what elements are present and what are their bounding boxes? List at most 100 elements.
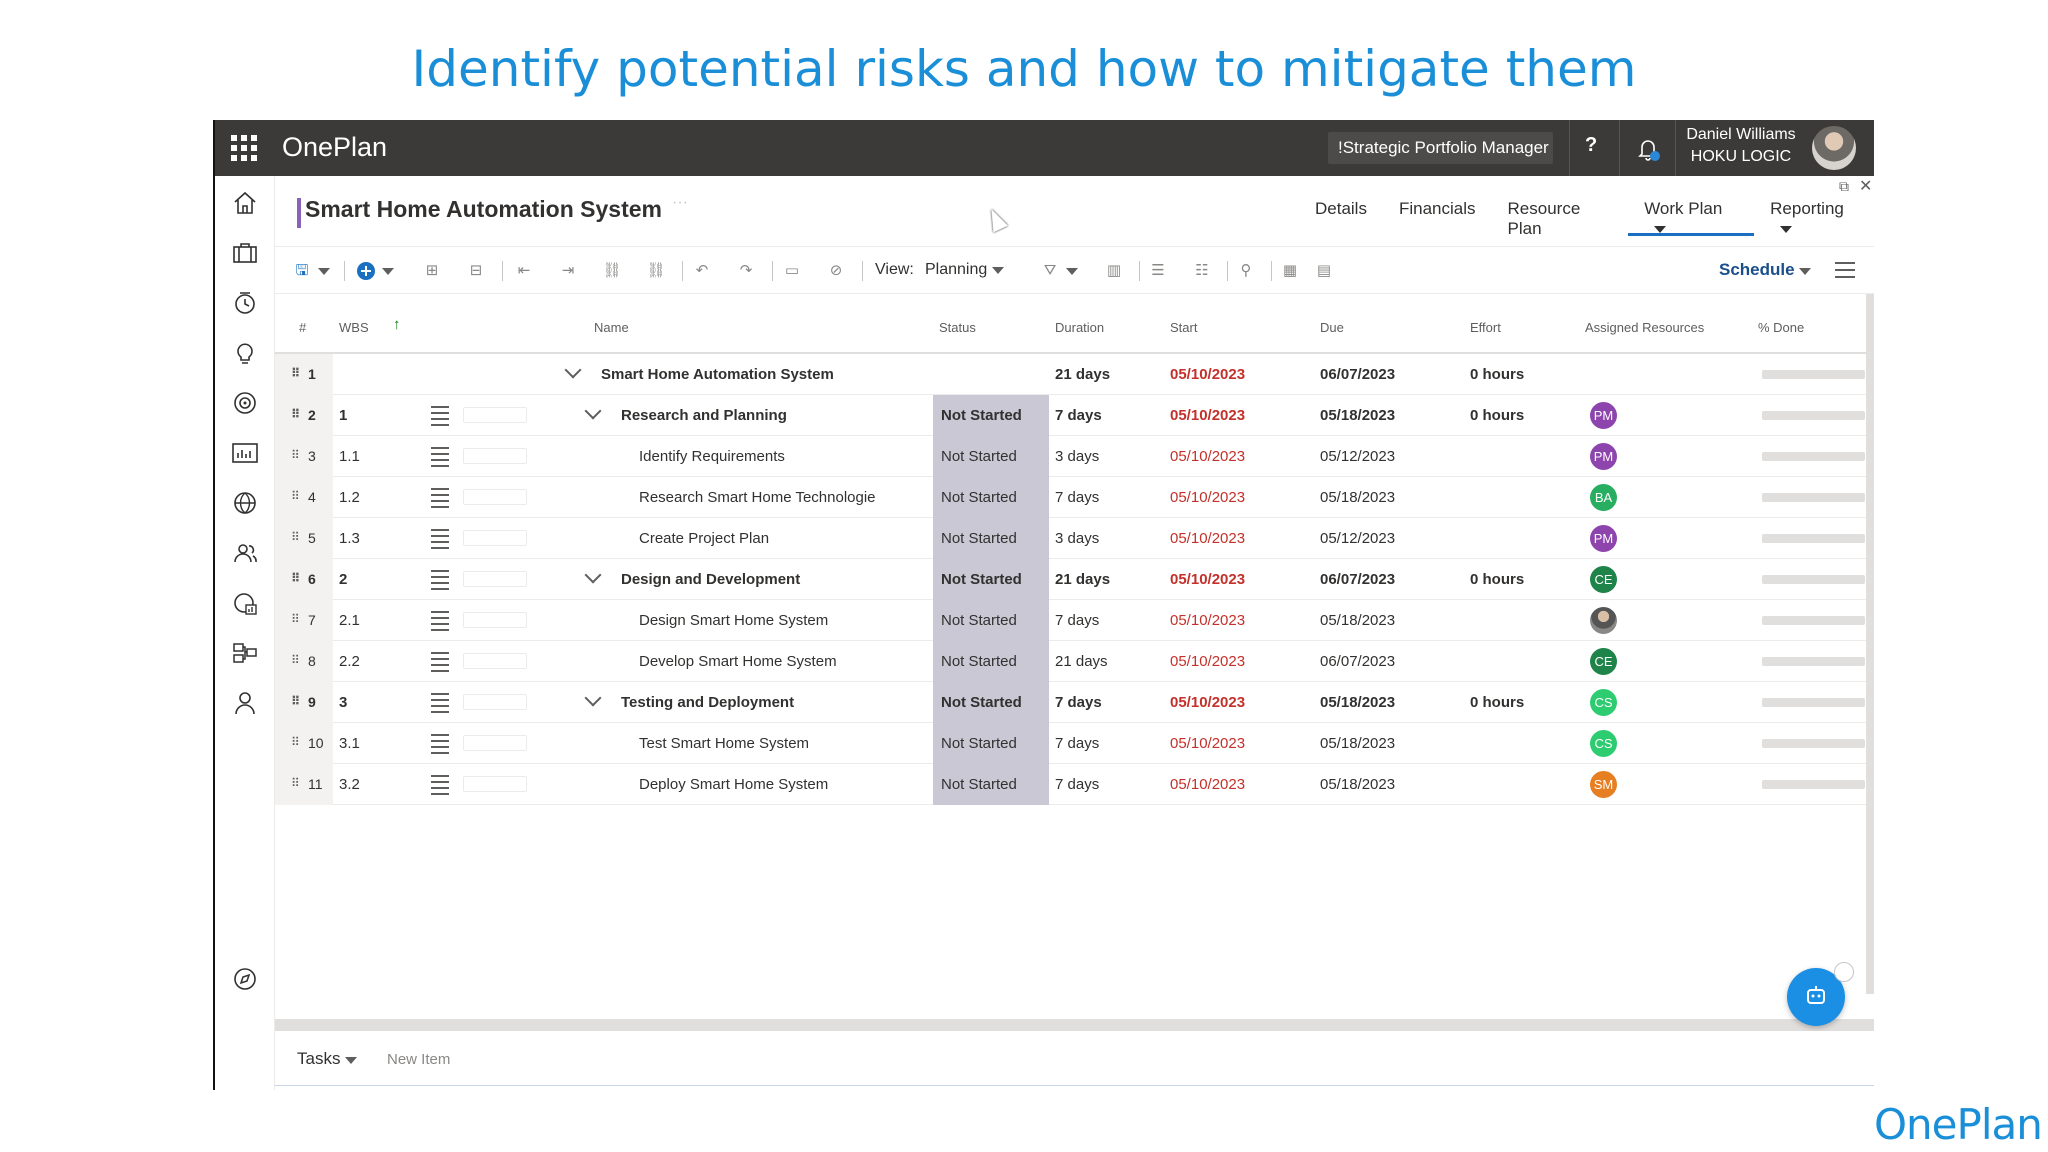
app-launcher-icon[interactable] — [231, 135, 257, 161]
drag-handle-icon[interactable]: ⠿ — [291, 694, 300, 708]
row-id-cell[interactable]: ⠿ 7 — [275, 600, 333, 641]
task-name[interactable]: Research Smart Home Technologie — [639, 489, 876, 506]
save-options-chevron[interactable] — [313, 260, 335, 282]
home-icon[interactable] — [230, 188, 260, 218]
compass-icon[interactable] — [230, 964, 260, 994]
details-icon[interactable] — [431, 652, 449, 676]
sort-ascending-icon[interactable]: ↑ — [393, 316, 401, 333]
columns-icon[interactable]: ▥ — [1103, 260, 1125, 282]
goals-icon[interactable] — [230, 388, 260, 418]
row-id-cell[interactable]: ⠿ 3 — [275, 436, 333, 477]
task-name[interactable]: Testing and Deployment — [621, 694, 794, 711]
due-date-cell[interactable]: 06/07/2023 — [1320, 653, 1395, 670]
save-icon[interactable]: 🖫 — [291, 260, 313, 282]
idea-icon[interactable] — [230, 338, 260, 368]
task-name[interactable]: Design and Development — [621, 571, 800, 588]
drag-handle-icon[interactable]: ⠿ — [291, 366, 300, 380]
details-icon[interactable] — [431, 488, 449, 512]
status-cell[interactable]: Not Started — [933, 436, 1049, 477]
gantt-icon[interactable]: ☰ — [1147, 260, 1169, 282]
start-date-cell[interactable]: 05/10/2023 — [1170, 571, 1245, 588]
due-date-cell[interactable]: 05/18/2023 — [1320, 694, 1395, 711]
start-date-cell[interactable]: 05/10/2023 — [1170, 530, 1245, 547]
effort-cell[interactable]: 0 hours — [1470, 571, 1524, 588]
due-date-cell[interactable]: 05/18/2023 — [1320, 407, 1395, 424]
duration-cell[interactable]: 21 days — [1055, 571, 1110, 588]
details-icon[interactable] — [431, 570, 449, 594]
chevron-down-icon[interactable] — [584, 566, 602, 584]
add-options-chevron[interactable] — [377, 260, 399, 282]
due-date-cell[interactable]: 05/18/2023 — [1320, 489, 1395, 506]
chevron-down-icon[interactable] — [564, 361, 582, 379]
row-id-cell[interactable]: ⠿ 9 — [275, 682, 333, 723]
resource-avatar[interactable]: PM — [1590, 525, 1617, 552]
comment-icon[interactable]: ▭ — [781, 260, 803, 282]
duration-cell[interactable]: 21 days — [1055, 653, 1108, 670]
reports-icon[interactable] — [230, 438, 260, 468]
filter-options-chevron[interactable] — [1061, 260, 1083, 282]
duration-cell[interactable]: 7 days — [1055, 489, 1099, 506]
status-cell[interactable]: Not Started — [933, 600, 1049, 641]
drag-handle-icon[interactable]: ⠿ — [291, 489, 300, 503]
tab-reporting[interactable]: Reporting — [1754, 196, 1874, 236]
col-status[interactable]: Status — [939, 320, 976, 335]
power-icon[interactable] — [1834, 962, 1854, 982]
row-id-cell[interactable]: ⠿ 8 — [275, 641, 333, 682]
user-info[interactable]: Daniel Williams HOKU LOGIC — [1681, 124, 1801, 168]
table-row[interactable]: ⠿ 10 3.1 Test Smart Home System Not Started 7… — [275, 723, 1866, 764]
filter-icon[interactable]: ⛛ — [1039, 260, 1061, 282]
tasks-dropdown[interactable]: Tasks — [297, 1049, 358, 1069]
drag-handle-icon[interactable]: ⠿ — [291, 776, 300, 790]
row-id-cell[interactable]: ⠿ 11 — [275, 764, 333, 805]
start-date-cell[interactable]: 05/10/2023 — [1170, 735, 1245, 752]
resource-avatar[interactable] — [1590, 607, 1617, 634]
start-date-cell[interactable]: 05/10/2023 — [1170, 776, 1245, 793]
details-icon[interactable] — [431, 693, 449, 717]
start-date-cell[interactable]: 05/10/2023 — [1170, 366, 1245, 383]
menu-icon[interactable] — [1835, 262, 1855, 283]
task-name[interactable]: Develop Smart Home System — [639, 653, 837, 670]
start-date-cell[interactable]: 05/10/2023 — [1170, 694, 1245, 711]
portfolio-icon[interactable] — [230, 238, 260, 268]
due-date-cell[interactable]: 06/07/2023 — [1320, 366, 1395, 383]
redo-icon[interactable]: ↷ — [735, 260, 757, 282]
resource-avatar[interactable]: SM — [1590, 771, 1617, 798]
vertical-scrollbar[interactable] — [1866, 294, 1874, 994]
start-date-cell[interactable]: 05/10/2023 — [1170, 489, 1245, 506]
expand-all-icon[interactable]: ⊞ — [421, 260, 443, 282]
tab-resource-plan[interactable]: Resource Plan — [1492, 196, 1629, 238]
status-cell[interactable]: Not Started — [933, 641, 1049, 682]
table-row[interactable]: ⠿ 7 2.1 Design Smart Home System Not Started… — [275, 600, 1866, 641]
checklist-icon[interactable]: ⊘ — [825, 260, 847, 282]
drag-handle-icon[interactable]: ⠿ — [291, 571, 300, 585]
table-row[interactable]: ⠿ 1 Smart Home Automation System 21 days 05/… — [275, 354, 1866, 395]
effort-cell[interactable]: 0 hours — [1470, 366, 1524, 383]
table-row[interactable]: ⠿ 4 1.2 Research Smart Home Technologie Not … — [275, 477, 1866, 518]
col-duration[interactable]: Duration — [1055, 320, 1104, 335]
start-date-cell[interactable]: 05/10/2023 — [1170, 612, 1245, 629]
table-row[interactable]: ⠿ 3 1.1 Identify Requirements Not Started 3 d… — [275, 436, 1866, 477]
close-icon[interactable]: ✕ — [1859, 176, 1872, 196]
duration-cell[interactable]: 7 days — [1055, 694, 1102, 711]
table-row[interactable]: ⠿ 6 2 Design and Development Not Started 21 d… — [275, 559, 1866, 600]
duration-cell[interactable]: 7 days — [1055, 407, 1102, 424]
resource-avatar[interactable]: PM — [1590, 443, 1617, 470]
row-id-cell[interactable]: ⠿ 2 — [275, 395, 333, 436]
task-name[interactable]: Deploy Smart Home System — [639, 776, 828, 793]
horizontal-scrollbar[interactable] — [275, 1019, 1874, 1031]
table-row[interactable]: ⠿ 9 3 Testing and Deployment Not Started 7 da… — [275, 682, 1866, 723]
profile-icon[interactable] — [230, 688, 260, 718]
globe-icon[interactable] — [230, 488, 260, 518]
resource-avatar[interactable]: BA — [1590, 484, 1617, 511]
col-due[interactable]: Due — [1320, 320, 1344, 335]
task-name[interactable]: Smart Home Automation System — [601, 366, 834, 383]
task-name[interactable]: Test Smart Home System — [639, 735, 809, 752]
task-name[interactable]: Create Project Plan — [639, 530, 769, 547]
row-id-cell[interactable]: ⠿ 10 — [275, 723, 333, 764]
duration-cell[interactable]: 3 days — [1055, 530, 1099, 547]
popout-icon[interactable]: ⧉ — [1839, 178, 1849, 195]
row-id-cell[interactable]: ⠿ 6 — [275, 559, 333, 600]
details-icon[interactable] — [431, 406, 449, 430]
tab-details[interactable]: Details — [1299, 196, 1383, 236]
resource-avatar[interactable]: CE — [1590, 566, 1617, 593]
